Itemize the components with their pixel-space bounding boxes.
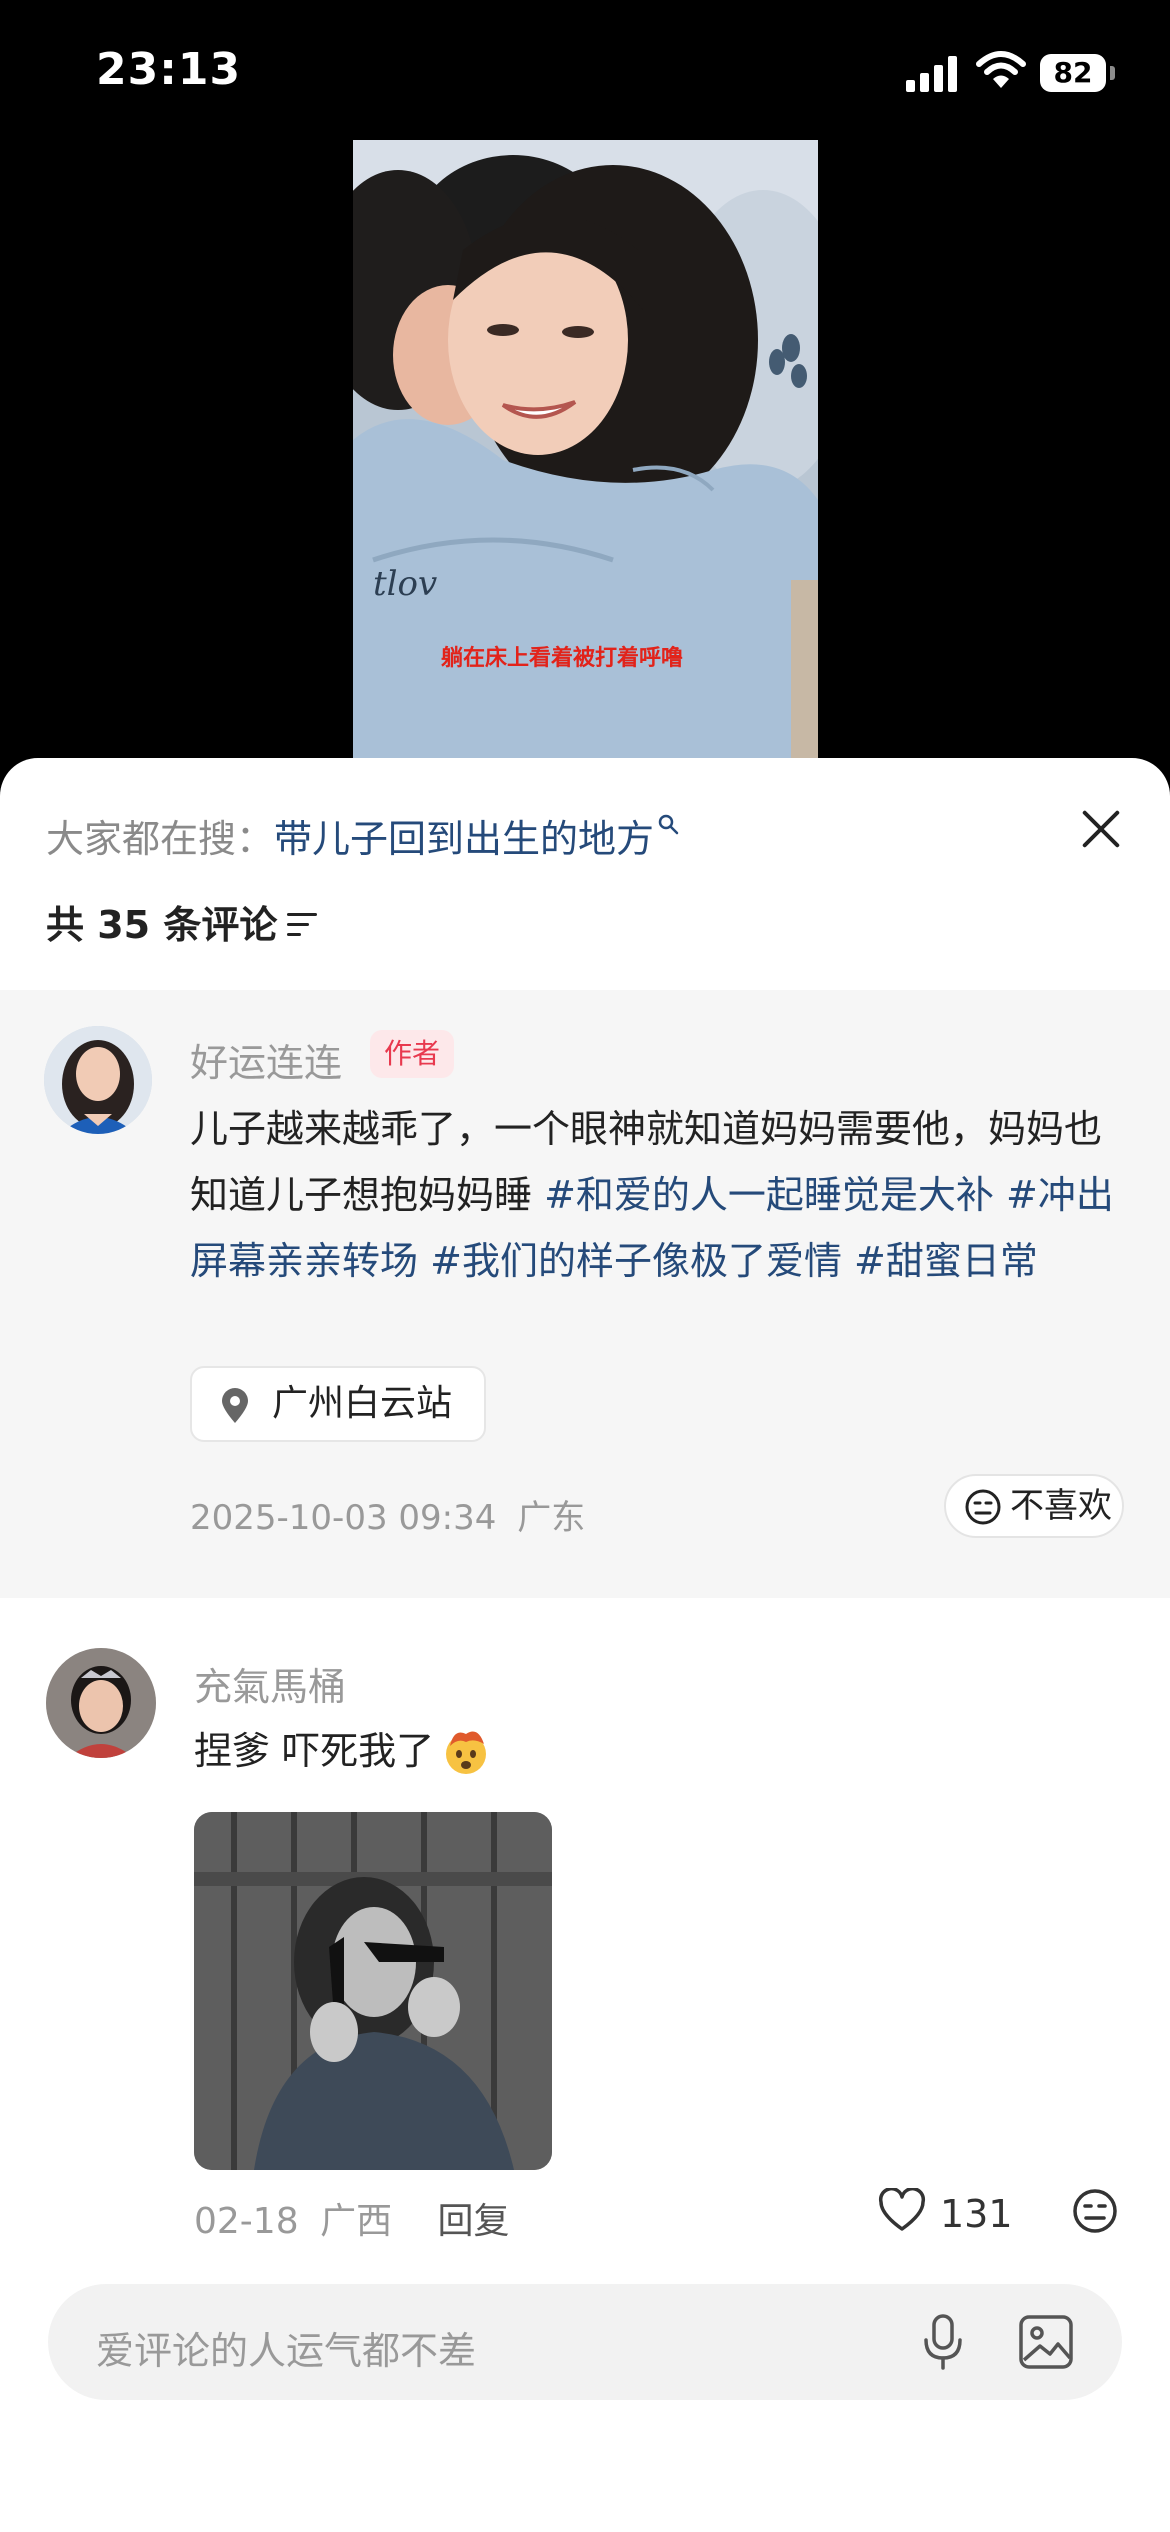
comment-datetime: 2025-10-03 09:34	[190, 1498, 497, 1538]
dislike-label: 不喜欢	[1010, 1486, 1112, 1526]
search-suggestion-query[interactable]: 带儿子回到出生的地方	[274, 817, 654, 861]
status-bar: 23:13 82	[0, 0, 1170, 150]
location-pin-icon	[222, 1388, 248, 1423]
search-suggestion[interactable]: 大家都在搜：带儿子回到出生的地方	[46, 808, 680, 863]
comment-image-content	[194, 1812, 552, 2170]
hashtag-link[interactable]: #甜蜜日常	[854, 1239, 1038, 1283]
author-comment[interactable]: 好运连连 作者 儿子越来越乖了，一个眼神就知道妈妈需要他，妈妈也知道儿子想抱妈妈…	[0, 990, 1170, 1598]
comment-body: 捏爹 吓死我了	[194, 1729, 435, 1773]
author-avatar-image	[44, 1026, 152, 1134]
hashtag-link[interactable]: #和爱的人一起睡觉是大补	[544, 1173, 994, 1217]
reply-button[interactable]: 回复	[438, 2201, 510, 2242]
search-suggestion-prefix: 大家都在搜：	[46, 817, 275, 861]
like-count: 131	[940, 2192, 1013, 2236]
comment-region: 广东	[517, 1498, 586, 1538]
avatar[interactable]	[46, 1648, 156, 1758]
microphone-icon[interactable]	[920, 2312, 966, 2372]
comment-input-placeholder: 爱评论的人运气都不差	[96, 2329, 477, 2373]
heart-icon	[878, 2188, 926, 2231]
sort-icon[interactable]	[287, 911, 321, 939]
comment-count: 共 35 条评论	[46, 903, 278, 947]
location-label: 广州白云站	[272, 1383, 453, 1424]
video-frame: tlov	[353, 140, 818, 780]
status-time: 23:13	[96, 44, 242, 95]
dislike-button[interactable]: 不喜欢	[944, 1474, 1124, 1538]
comment-date: 02-18	[194, 2201, 299, 2242]
neutral-face-icon	[965, 1489, 1001, 1525]
dislike-face-icon[interactable]	[1072, 2188, 1118, 2234]
hashtag-link[interactable]: #我们的样子像极了爱情	[430, 1239, 842, 1283]
comment-meta: 02-18 广西 回复	[194, 2192, 510, 2244]
wifi-icon	[976, 51, 1026, 88]
svg-text:tlov: tlov	[373, 564, 437, 604]
comment-image[interactable]	[194, 1812, 552, 2170]
comment-text: 捏爹 吓死我了	[194, 1720, 492, 1776]
avatar[interactable]	[44, 1026, 152, 1134]
video-caption: 躺在床上看着被打着呼噜	[441, 645, 684, 671]
author-badge: 作者	[370, 1030, 455, 1078]
location-chip[interactable]: 广州白云站	[190, 1366, 487, 1442]
comment-count-row[interactable]: 共 35 条评论	[46, 894, 321, 949]
battery-cap	[1110, 66, 1115, 80]
close-icon[interactable]	[1076, 804, 1126, 854]
comment-meta: 2025-10-03 09:34 广东	[190, 1490, 585, 1539]
video-player[interactable]: tlov 躺在床上看着被打着呼噜	[353, 140, 818, 780]
comment-region: 广西	[320, 2201, 393, 2242]
commenter-avatar-image	[46, 1648, 156, 1758]
cellular-signal-icon	[906, 56, 958, 92]
search-icon	[658, 814, 679, 835]
comment-author-name[interactable]: 好运连连	[190, 1032, 342, 1087]
comment-input[interactable]: 爱评论的人运气都不差	[48, 2284, 1122, 2400]
image-picker-icon[interactable]	[1018, 2314, 1074, 2370]
comment-text: 儿子越来越乖了，一个眼神就知道妈妈需要他，妈妈也知道儿子想抱妈妈睡 #和爱的人一…	[190, 1096, 1120, 1294]
comment-sheet: 大家都在搜：带儿子回到出生的地方 共 35 条评论 好运连连 作者 儿子越来越乖…	[0, 758, 1170, 2532]
comment-author-name[interactable]: 充氣馬桶	[194, 1656, 346, 1711]
exploding-head-emoji-icon	[446, 1731, 487, 1774]
battery-indicator: 82	[1040, 54, 1106, 92]
